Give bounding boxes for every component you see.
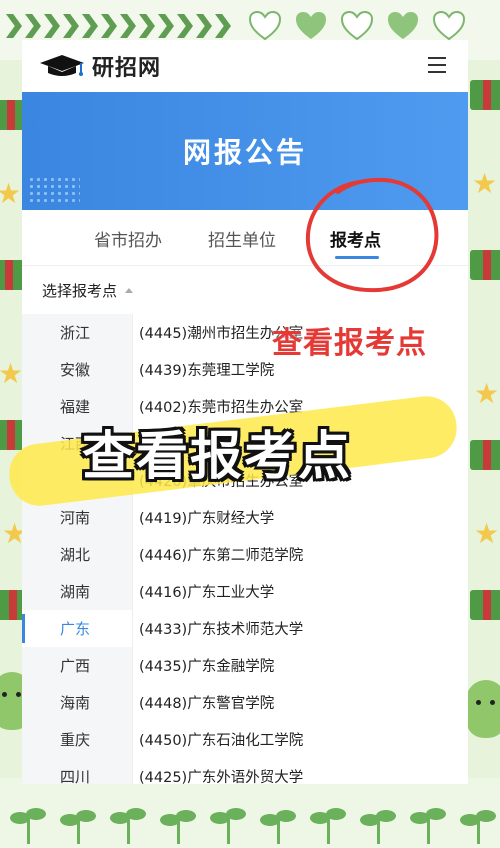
logo[interactable]: 研招网 [38, 50, 161, 82]
heart-outline-icon [340, 10, 374, 41]
heart-outline-icon [248, 10, 282, 41]
exam-site-item[interactable]: (4448)广东警官学院 [133, 684, 468, 721]
star-icon: ★ [472, 167, 498, 200]
logo-text: 研招网 [92, 56, 162, 81]
graduation-cap-icon [40, 55, 84, 76]
bean-mascot-icon [466, 680, 500, 738]
province-item[interactable]: 湖南 [22, 573, 132, 610]
hearts-decoration [248, 10, 466, 42]
star-icon: ★ [0, 357, 24, 390]
top-navbar: 研招网 [22, 40, 468, 92]
chevron-pattern [6, 14, 231, 38]
gift-box-icon [470, 250, 500, 280]
exam-site-item[interactable]: (4446)广东第二师范学院 [133, 536, 468, 573]
dot-pattern [28, 176, 80, 204]
exam-site-item[interactable]: (4435)广东金融学院 [133, 647, 468, 684]
province-list: 浙江 安徽 福建 江西 河南 湖北 湖南 广东 广西 海南 重庆 四川 [22, 314, 132, 784]
province-item[interactable]: 湖北 [22, 536, 132, 573]
gift-box-icon [470, 440, 500, 470]
exam-site-item[interactable]: (4416)广东工业大学 [133, 573, 468, 610]
province-item-active[interactable]: 广东 [22, 610, 132, 647]
province-item[interactable]: 浙江 [22, 314, 132, 351]
sprouts-decoration [10, 808, 496, 844]
banner-title: 网报公告 [182, 136, 307, 169]
hamburger-menu-icon[interactable] [428, 57, 446, 73]
province-item[interactable]: 广西 [22, 647, 132, 684]
exam-site-item[interactable]: (4450)广东石油化工学院 [133, 721, 468, 758]
star-icon: ★ [0, 177, 22, 210]
province-item[interactable]: 安徽 [22, 351, 132, 388]
heart-filled-icon [296, 12, 326, 39]
exam-site-item[interactable]: (4433)广东技术师范大学 [133, 610, 468, 647]
caret-up-icon [125, 287, 134, 293]
annotation-text-red: 查看报考点 [272, 326, 427, 361]
province-item[interactable]: 四川 [22, 758, 132, 784]
heart-outline-icon [432, 10, 466, 41]
overlay-title: 查看报考点 [82, 427, 353, 487]
tab-admission-unit[interactable]: 招生单位 [208, 226, 276, 251]
gift-box-icon [470, 590, 500, 620]
province-item[interactable]: 重庆 [22, 721, 132, 758]
bottom-decorative-border [0, 778, 500, 848]
province-item[interactable]: 海南 [22, 684, 132, 721]
exam-site-list: (4445)潮州市招生办公室 (4439)东莞理工学院 (4402)东莞市招生办… [132, 314, 468, 784]
tab-provincial-office[interactable]: 省市招办 [94, 226, 162, 251]
star-icon: ★ [474, 377, 500, 410]
selector-label: 选择报考点 [42, 281, 118, 300]
exam-site-item[interactable]: (4419)广东财经大学 [133, 499, 468, 536]
content-area: 浙江 安徽 福建 江西 河南 湖北 湖南 广东 广西 海南 重庆 四川 (444… [22, 314, 468, 784]
star-icon: ★ [474, 517, 500, 550]
exam-site-item[interactable]: (4425)广东外语外贸大学 [133, 758, 468, 784]
heart-filled-icon [388, 12, 418, 39]
hand-drawn-circle-annotation [305, 177, 439, 293]
gift-box-icon [470, 80, 500, 110]
